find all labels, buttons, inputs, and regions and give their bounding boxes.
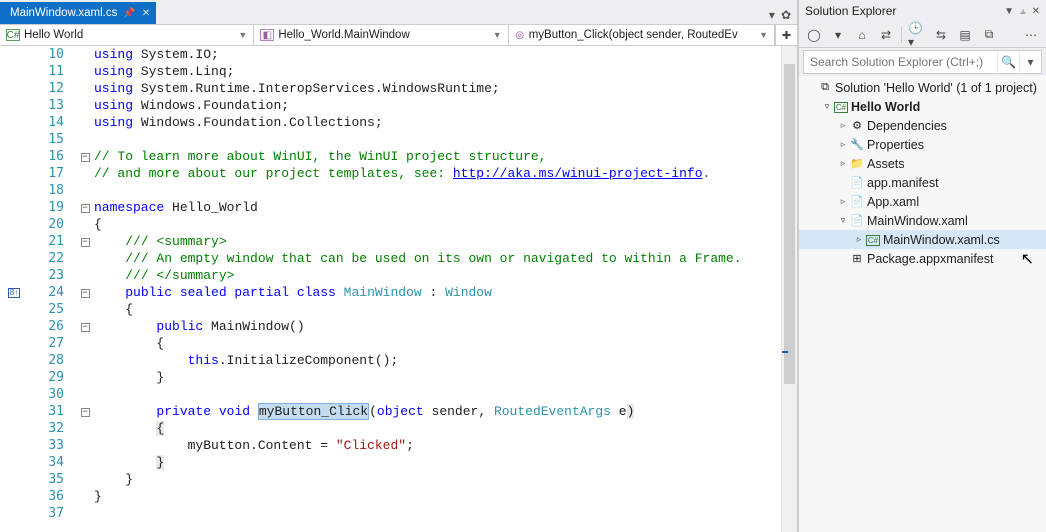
tree-node[interactable]: 📄app.manifest (799, 173, 1046, 192)
nav-project-dropdown[interactable]: C# Hello World ▼ (0, 25, 254, 45)
line-number-gutter[interactable]: 1011121314151617181920212223242526272829… (28, 46, 74, 532)
nav-member-label: myButton_Click(object sender, RoutedEv (529, 29, 738, 41)
editor-pane: MainWindow.xaml.cs 📌 ✕ ▾ ✿ C# Hello Worl… (0, 0, 798, 532)
tree-node[interactable]: ▿C#Hello World (799, 97, 1046, 116)
solution-explorer-pane: Solution Explorer ▼ ⫨ ✕ ◯ ▾ ⌂ ⇄ 🕒▾ ⇆ ▤ ⧉… (798, 0, 1046, 532)
navigation-bar: C# Hello World ▼ ◧ Hello_World.MainWindo… (0, 24, 797, 46)
tree-node[interactable]: ▹📄App.xaml (799, 192, 1046, 211)
home-button[interactable]: ⌂ (853, 26, 871, 44)
expand-collapse-icon[interactable]: ▿ (821, 101, 833, 112)
fold-toggle[interactable]: − (81, 153, 90, 162)
expand-collapse-icon[interactable]: ▹ (853, 234, 865, 245)
csharp-project-icon: C# (6, 29, 20, 41)
tree-node-icon: C# (833, 101, 849, 113)
solution-explorer-titlebar[interactable]: Solution Explorer ▼ ⫨ ✕ (799, 0, 1046, 22)
tree-node-label: Assets (865, 157, 905, 171)
tree-node-label: MainWindow.xaml (865, 214, 968, 228)
more-icon[interactable]: ⋯ (1022, 26, 1040, 44)
expand-collapse-icon[interactable]: ▹ (837, 158, 849, 169)
tree-node-icon: ⊞ (849, 252, 865, 265)
window-menu-icon[interactable]: ▼ (1004, 6, 1014, 17)
expand-collapse-icon[interactable]: ▿ (837, 215, 849, 226)
tree-node-icon: ⚙ (849, 119, 865, 132)
chevron-down-icon: ▼ (759, 30, 768, 40)
expand-collapse-icon[interactable]: ▹ (837, 139, 849, 150)
code-folding-column[interactable]: − − − − − − (78, 46, 92, 532)
fold-toggle[interactable]: − (81, 289, 90, 298)
solution-explorer-search[interactable]: 🔍 ▾ (803, 50, 1042, 74)
tree-node[interactable]: ▹⚙Dependencies (799, 116, 1046, 135)
forward-button[interactable]: ▾ (829, 26, 847, 44)
tree-node-icon: 🔧 (849, 138, 865, 151)
tree-node-label: Solution 'Hello World' (1 of 1 project) (833, 81, 1037, 95)
tree-node-label: App.xaml (865, 195, 919, 209)
code-editor[interactable]: 8↑ 1011121314151617181920212223242526272… (0, 46, 797, 532)
document-tab-bar: MainWindow.xaml.cs 📌 ✕ ▾ ✿ (0, 0, 797, 24)
scrollbar-thumb[interactable] (784, 64, 795, 384)
filter-button[interactable]: 🕒▾ (908, 26, 926, 44)
tree-node[interactable]: ⧉Solution 'Hello World' (1 of 1 project) (799, 78, 1046, 97)
tree-node[interactable]: ⊞Package.appxmanifest (799, 249, 1046, 268)
vertical-scrollbar[interactable] (781, 46, 797, 532)
tree-node[interactable]: ▿📄MainWindow.xaml (799, 211, 1046, 230)
tree-node-icon: ⧉ (817, 81, 833, 94)
code-text[interactable]: using System.IO;using System.Linq;using … (92, 46, 781, 532)
solution-search-input[interactable] (804, 51, 997, 73)
nav-class-label: Hello_World.MainWindow (278, 29, 409, 41)
class-icon: ◧ (260, 29, 274, 41)
pin-icon[interactable]: ⫨ (1020, 6, 1026, 17)
search-dropdown-icon[interactable]: ▾ (1019, 51, 1041, 73)
tree-node-label: Package.appxmanifest (865, 252, 993, 266)
tree-node[interactable]: ▹C#MainWindow.xaml.cs (799, 230, 1046, 249)
switch-view-button[interactable]: ⇆ (932, 26, 950, 44)
chevron-down-icon: ▼ (493, 30, 502, 40)
tree-node[interactable]: ▹🔧Properties (799, 135, 1046, 154)
method-icon: ⊚ (515, 29, 525, 41)
nav-class-dropdown[interactable]: ◧ Hello_World.MainWindow ▼ (254, 25, 508, 45)
tree-node-label: app.manifest (865, 176, 939, 190)
nav-member-dropdown[interactable]: ⊚ myButton_Click(object sender, RoutedEv… (509, 25, 775, 45)
search-icon[interactable]: 🔍 (997, 51, 1019, 73)
tab-overflow-icon[interactable]: ▾ (769, 8, 775, 22)
chevron-down-icon: ▼ (238, 30, 247, 40)
tree-node-label: Properties (865, 138, 924, 152)
fold-toggle[interactable]: − (81, 408, 90, 417)
close-icon[interactable]: ✕ (142, 8, 150, 19)
tree-node-icon: 📄 (849, 214, 865, 227)
tree-node[interactable]: ▹📁Assets (799, 154, 1046, 173)
back-button[interactable]: ◯ (805, 26, 823, 44)
fold-toggle[interactable]: − (81, 323, 90, 332)
sync-button[interactable]: ⇄ (877, 26, 895, 44)
pin-icon[interactable]: 📌 (123, 8, 135, 19)
tree-node-icon: 📁 (849, 157, 865, 170)
fold-toggle[interactable]: − (81, 204, 90, 213)
show-all-files-button[interactable]: ▤ (956, 26, 974, 44)
tab-settings-icon[interactable]: ✿ (781, 8, 791, 22)
solution-explorer-title: Solution Explorer (805, 4, 896, 18)
document-tab-active[interactable]: MainWindow.xaml.cs 📌 ✕ (0, 2, 156, 24)
tree-node-label: Hello World (849, 100, 920, 114)
close-icon[interactable]: ✕ (1032, 6, 1040, 17)
nav-project-label: Hello World (24, 29, 83, 41)
expand-collapse-icon[interactable]: ▹ (837, 196, 849, 207)
tree-node-label: Dependencies (865, 119, 947, 133)
tree-node-icon: C# (865, 234, 881, 246)
solution-explorer-toolbar: ◯ ▾ ⌂ ⇄ 🕒▾ ⇆ ▤ ⧉ ⋯ (799, 22, 1046, 48)
tree-node-label: MainWindow.xaml.cs (881, 233, 1000, 247)
fold-toggle[interactable]: − (81, 238, 90, 247)
solution-tree[interactable]: ⧉Solution 'Hello World' (1 of 1 project)… (799, 76, 1046, 532)
collapse-all-button[interactable]: ⧉ (980, 26, 998, 44)
tree-node-icon: 📄 (849, 176, 865, 189)
tree-node-icon: 📄 (849, 195, 865, 208)
expand-collapse-icon[interactable]: ▹ (837, 120, 849, 131)
document-tab-title: MainWindow.xaml.cs (10, 7, 117, 19)
split-editor-button[interactable]: ✚ (775, 25, 797, 45)
